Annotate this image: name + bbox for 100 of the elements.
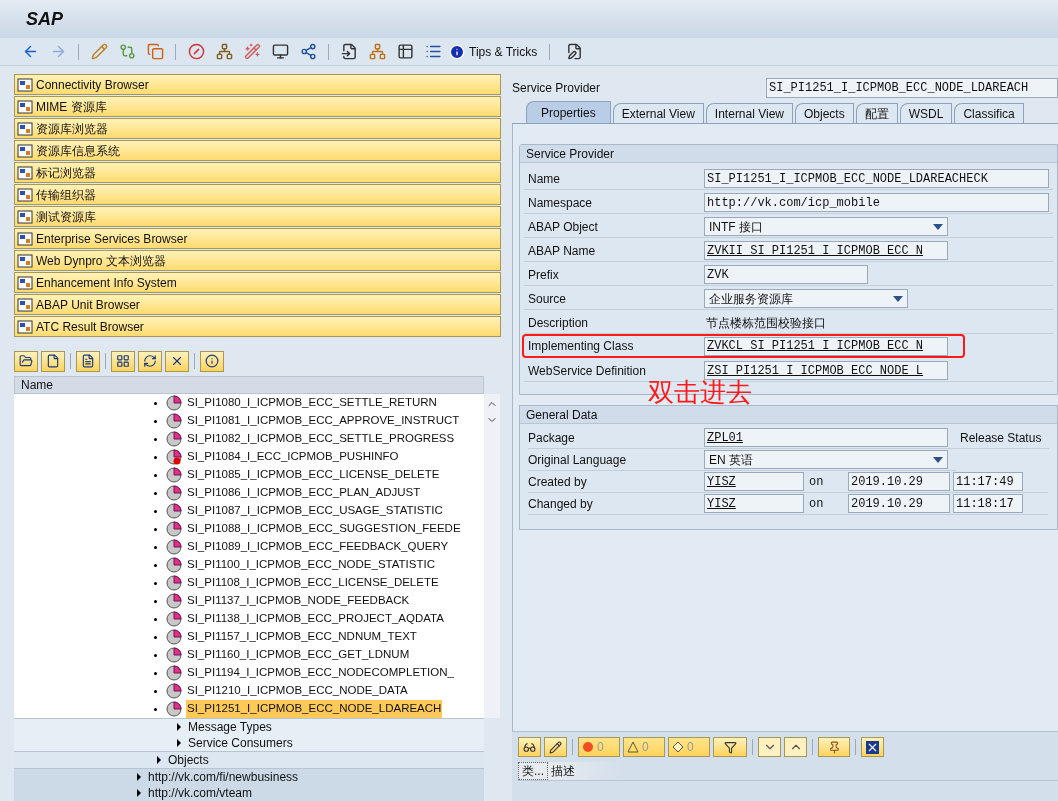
tree-item[interactable]: SI_PI1210_I_ICPMOB_ECC_NODE_DATA [154,682,484,700]
browser-button[interactable]: Enhancement Info System [14,272,501,293]
pin-icon[interactable] [818,737,850,757]
text-field[interactable]: http://vk.com/icp_mobile [704,193,1049,212]
glasses-icon[interactable] [518,737,541,757]
link-field[interactable]: ZPL01 [704,428,948,447]
tree-item[interactable]: SI_PI1108_I_ICPMOB_ECC_LICENSE_DELETE [154,574,484,592]
browser-button[interactable]: Enterprise Services Browser [14,228,501,249]
column-header[interactable]: Name [14,376,484,394]
tree-item[interactable]: SI_PI1138_I_ICPMOB_ECC_PROJECT_AQDATA [154,610,484,628]
tab[interactable]: Properties [526,101,611,123]
bullet-icon [154,689,157,693]
move-down-icon[interactable] [758,737,781,757]
field-label: Package [528,429,576,447]
field-label: WebService Definition [528,362,647,380]
tree-item[interactable]: SI_PI1160_I_ICPMOB_ECC_GET_LDNUM [154,646,484,664]
browser-button[interactable]: 资源库信息系统 [14,140,501,161]
link-field[interactable]: ZVKII_SI_PI1251_I_ICPMOB_ECC_N [704,241,948,260]
tree-node[interactable]: Service Consumers [176,735,484,751]
text-field[interactable]: ZVK [704,265,868,284]
bullet-icon [154,473,157,477]
dropdown-caret-icon[interactable] [933,223,943,230]
tree-item[interactable]: SI_PI1084_I_ECC_ICPMOB_PUSHINFO [154,448,484,466]
tab[interactable]: Classifica [954,103,1024,123]
window-title: SAP [26,7,63,31]
tree-node[interactable]: http://vk.com/fi/newbusiness [136,769,484,785]
tree-item[interactable]: SI_PI1085_I_ICPMOB_ECC_LICENSE_DELETE [154,466,484,484]
tree-node[interactable]: Message Types [176,719,484,735]
bullet-icon [154,491,157,495]
group-title: General Data [520,406,1057,424]
app-icon [17,121,33,136]
service-icon [166,647,182,663]
tree-item[interactable]: SI_PI1088_I_ICPMOB_ECC_SUGGESTION_FEEDE [154,520,484,538]
date-field[interactable]: 2019.10.29 [848,494,950,513]
browser-button[interactable]: Connectivity Browser [14,74,501,95]
tree-item[interactable]: SI_PI1080_I_ICPMOB_ECC_SETTLE_RETURN [154,394,484,412]
browser-button[interactable]: 测试资源库 [14,206,501,227]
link-field[interactable]: YISZ [704,494,804,513]
browser-button[interactable]: Web Dynpro 文本浏览器 [14,250,501,271]
tree-node[interactable]: http://vk.com/vteam [136,785,484,801]
tree-item[interactable]: SI_PI1137_I_ICPMOB_NODE_FEEDBACK [154,592,484,610]
diamond-icon [672,741,684,753]
tree-node[interactable]: Objects [156,752,484,768]
tab[interactable]: WSDL [899,103,953,123]
column-header[interactable]: 类... [518,761,548,780]
filter-icon[interactable] [713,737,747,757]
browser-button[interactable]: 资源库浏览器 [14,118,501,139]
tree-item[interactable]: SI_PI1086_I_ICPMOB_ECC_PLAN_ADJUST [154,484,484,502]
expand-arrow-icon[interactable] [156,756,162,764]
browser-button[interactable]: MIME 资源库 [14,96,501,117]
dropdown-caret-icon[interactable] [893,295,903,302]
close-icon[interactable] [165,350,189,372]
app-icon [17,187,33,202]
browser-button[interactable]: 标记浏览器 [14,162,501,183]
close-icon[interactable] [861,737,884,757]
link-field[interactable]: ZSI_PI1251_I_ICPMOB_ECC_NODE_L [704,361,948,380]
dropdown-caret-icon[interactable] [933,456,943,463]
tips-button[interactable]: Tips & Tricks [449,42,538,61]
refresh-icon[interactable] [138,350,162,372]
tree-item[interactable]: SI_PI1081_I_ICPMOB_ECC_APPROVE_INSTRUCT [154,412,484,430]
scrollbar[interactable] [484,394,500,718]
error-icon [582,741,594,753]
tab[interactable]: Internal View [705,103,793,123]
time-field[interactable]: 11:17:49 [953,472,1023,491]
field-label: Original Language [528,451,628,469]
tab[interactable]: External View [612,103,704,123]
app-icon [17,209,33,224]
dropdown-field[interactable]: EN 英语 [704,450,948,469]
browser-button[interactable]: 传输组织器 [14,184,501,205]
bullet-icon [154,545,157,549]
list-document-icon[interactable] [76,350,100,372]
link-field[interactable]: ZVKCL_SI_PI1251_I_ICPMOB_ECC_N [704,336,948,356]
browser-button[interactable]: ABAP Unit Browser [14,294,501,315]
field-label: Namespace [528,194,594,212]
bullet-icon [154,617,157,621]
link-field[interactable]: YISZ [704,472,804,491]
service-icon [166,521,182,537]
pencil-icon[interactable] [544,737,567,757]
tab[interactable]: Objects [795,103,854,123]
browser-button[interactable]: ATC Result Browser [14,316,501,337]
move-up-icon[interactable] [784,737,807,757]
tab[interactable]: 配置 [855,103,898,123]
time-field[interactable]: 11:18:17 [953,494,1023,513]
tree-item[interactable]: SI_PI1087_I_ICPMOB_ECC_USAGE_STATISTIC [154,502,484,520]
open-folder-icon[interactable] [14,350,38,372]
tree-item[interactable]: SI_PI1082_I_ICPMOB_ECC_SETTLE_PROGRESS [154,430,484,448]
new-page-icon[interactable] [41,350,65,372]
grid-icon[interactable] [111,350,135,372]
tree-item[interactable]: SI_PI1100_I_ICPMOB_ECC_NODE_STATISTIC [154,556,484,574]
bullet-icon [154,581,157,585]
text-field[interactable]: SI_PI1251_I_ICPMOB_ECC_NODE_LDAREACHECK [704,169,1049,188]
info-icon[interactable] [200,350,224,372]
date-field[interactable]: 2019.10.29 [848,472,950,491]
text-field[interactable]: SI_PI1251_I_ICPMOB_ECC_NODE_LDAREACH [766,78,1058,98]
tree-item[interactable]: SI_PI1157_I_ICPMOB_ECC_NDNUM_TEXT [154,628,484,646]
tree-item[interactable]: SI_PI1089_I_ICPMOB_ECC_FEEDBACK_QUERY [154,538,484,556]
dropdown-field[interactable]: INTF 接口 [704,217,948,236]
tree-item[interactable]: SI_PI1194_I_ICPMOB_ECC_NODECOMPLETION_ [154,664,484,682]
service-icon [166,683,182,699]
dropdown-field[interactable]: 企业服务资源库 [704,289,908,308]
